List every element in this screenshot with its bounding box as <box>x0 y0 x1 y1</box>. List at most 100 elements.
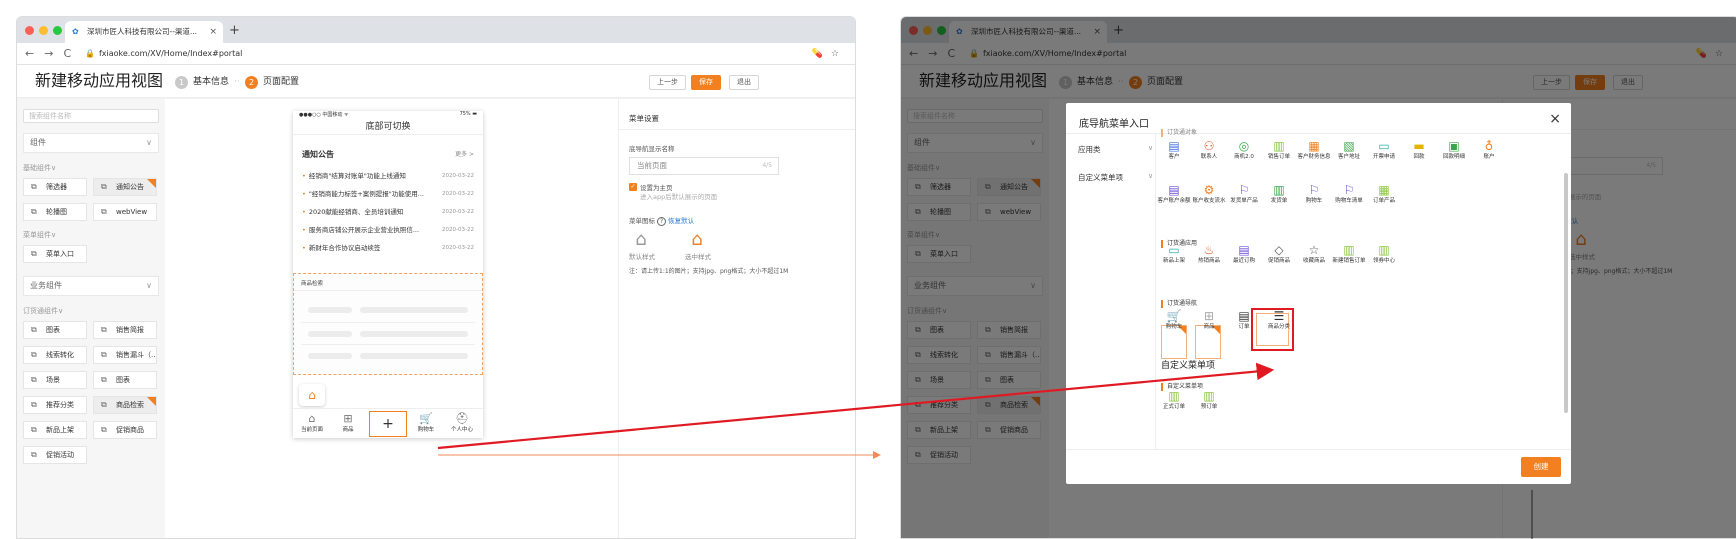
menu-option-row3-6[interactable]: ▥ 领券中心 <box>1367 243 1401 265</box>
step-page-config[interactable]: 2页面配置 <box>245 76 299 89</box>
menu-option-row3-1[interactable]: ♨ 热销商品 <box>1192 243 1226 265</box>
menu-option-row1-0[interactable]: ▤ 客户 <box>1157 139 1191 161</box>
menu-option-row5-0[interactable]: ▥ 正式订单 <box>1157 389 1191 411</box>
url-field[interactable]: 🔒fxiaoke.com/XV/Home/Index#portal <box>85 46 242 62</box>
forward-icon[interactable]: → <box>44 46 53 62</box>
back-icon[interactable]: ← <box>25 46 34 62</box>
menu-option-row4-1[interactable]: ⊞ 商品 <box>1192 309 1226 331</box>
section-business[interactable]: 业务组件∨ <box>23 276 159 296</box>
menu-option-row3-0[interactable]: ▭ 新品上架 <box>1157 243 1191 265</box>
prev-step-button[interactable]: 上一步 <box>649 75 686 90</box>
component-icon: ⧉ <box>101 325 107 334</box>
selected-home-icon[interactable]: ⌂ <box>685 229 709 251</box>
chip-announcement[interactable]: ⧉通知公告 <box>93 178 157 196</box>
help-icon[interactable]: ? <box>657 217 667 226</box>
create-button[interactable]: 创建 <box>1521 457 1561 477</box>
chip-filter[interactable]: ⧉筛选器 <box>23 178 87 196</box>
chip-menu-entry[interactable]: ⧉菜单入口 <box>23 245 87 263</box>
tab-close-icon[interactable]: × <box>209 21 217 43</box>
profile-icon: ⛑ <box>455 412 469 425</box>
menu-option-row1-9[interactable]: ♁ 账户 <box>1472 139 1506 161</box>
chip-carousel[interactable]: ⧉轮播图 <box>23 203 87 221</box>
news-item[interactable]: •经销商"结算对账单"功能上线通知2020-03-22 <box>302 171 474 181</box>
chip-order-8[interactable]: ⧉新品上架 <box>23 421 87 439</box>
tab-profile[interactable]: ⛑个人中心 <box>445 412 479 433</box>
tab-current-page[interactable]: ⌂当前页面 <box>295 412 329 433</box>
set-home-checkbox[interactable]: ✓ <box>629 183 637 191</box>
chip-order-7[interactable]: ⧉商品检索 <box>93 396 157 414</box>
canvas-area: ●●●○○ 中国移动 ᯤ75% ▬ 底部可切换 通知公告 更多 > •经销商"结… <box>165 99 618 538</box>
step-basic-info[interactable]: 1基本信息·· <box>175 76 240 89</box>
menu-option-row2-0[interactable]: ▤ 客户账户余额 <box>1157 183 1191 205</box>
menu-option-row2-3[interactable]: ▥ 发货单 <box>1262 183 1296 205</box>
menu-option-row2-6[interactable]: ▦ 订单产品 <box>1367 183 1401 205</box>
more-link[interactable]: 更多 > <box>455 149 474 158</box>
chip-order-6[interactable]: ⧉推荐分类 <box>23 396 87 414</box>
chip-order-0[interactable]: ⧉图表 <box>23 321 87 339</box>
modal-scrollbar[interactable] <box>1564 173 1568 413</box>
add-tab-button[interactable]: + <box>369 411 407 437</box>
chip-order-5[interactable]: ⧉图表 <box>93 371 157 389</box>
menu-option-row4-0[interactable]: 🛒 购物车 <box>1157 309 1191 331</box>
menu-option-icon: ☰ <box>1273 309 1285 323</box>
default-home-icon[interactable]: ⌂ <box>629 229 653 251</box>
menu-option-row1-8[interactable]: ▣ 回款明细 <box>1437 139 1471 161</box>
news-item[interactable]: •"经销商能力标签+案例提报"功能使用...2020-03-22 <box>302 189 474 199</box>
home-icon[interactable]: ⌂ <box>299 384 325 406</box>
category-app[interactable]: 应用类 ∨ <box>1078 144 1153 155</box>
menu-option-icon: ▤ <box>1238 243 1250 257</box>
chip-webview[interactable]: ⧉webView <box>93 203 157 221</box>
announcement-title: 通知公告 <box>302 150 334 159</box>
bookmark-star-icon[interactable]: ☆ <box>831 46 839 62</box>
menu-option-row3-2[interactable]: ▤ 最近订购 <box>1227 243 1261 265</box>
group-order[interactable]: 订货通组件∨ <box>23 306 63 316</box>
chip-order-10[interactable]: ⧉促销活动 <box>23 446 87 464</box>
menu-option-row2-1[interactable]: ⚙ 账户收支流水 <box>1192 183 1226 205</box>
section-components[interactable]: 组件∨ <box>23 133 159 153</box>
chip-order-1[interactable]: ⧉销售简报 <box>93 321 157 339</box>
menu-option-row5-1[interactable]: ▥ 预订单 <box>1192 389 1226 411</box>
menu-option-row4-3[interactable]: ☰ 商品分类 <box>1262 309 1296 331</box>
nav-name-input[interactable]: 当前页面4/5 <box>629 157 779 175</box>
menu-option-row4-2[interactable]: ▤ 订单 <box>1227 309 1261 331</box>
chip-order-3[interactable]: ⧉销售漏斗（... <box>93 346 157 364</box>
tab-products[interactable]: ⊞商品 <box>331 412 365 433</box>
reload-icon[interactable]: C <box>63 46 71 62</box>
custom-menu-title: 自定义菜单项 <box>1161 361 1216 371</box>
menu-option-row2-5[interactable]: ⚐ 购物车清单 <box>1332 183 1366 205</box>
menu-option-row1-1[interactable]: ⚇ 联系人 <box>1192 139 1226 161</box>
new-tab-button[interactable]: + <box>229 21 240 41</box>
browser-tab[interactable]: ✿深圳市匠人科技有限公司--渠道...× <box>65 21 223 43</box>
menu-option-row3-5[interactable]: ▥ 新建销售订单 <box>1332 243 1366 265</box>
menu-option-row3-3[interactable]: ◇ 促销商品 <box>1262 243 1296 265</box>
menu-option-row3-4[interactable]: ☆ 收藏商品 <box>1297 243 1331 265</box>
reset-default-link[interactable]: 恢复默认 <box>668 217 694 225</box>
extension-icon[interactable]: 💊 <box>812 46 823 62</box>
news-item[interactable]: •新财年合作协议启动续签2020-03-22 <box>302 243 474 253</box>
menu-option-row1-6[interactable]: ▭ 开票申请 <box>1367 139 1401 161</box>
modal-close-icon[interactable]: × <box>1549 111 1561 127</box>
component-icon: ⧉ <box>101 182 107 191</box>
menu-option-row2-2[interactable]: ⚐ 发货单产品 <box>1227 183 1261 205</box>
menu-option-row1-4[interactable]: ▦ 客户财务信息 <box>1297 139 1331 161</box>
category-custom[interactable]: 自定义菜单项 ∨ <box>1078 172 1153 183</box>
news-item[interactable]: •2020献能经销商、全员培训通知2020-03-22 <box>302 207 474 217</box>
exit-button[interactable]: 退出 <box>729 75 759 90</box>
group-basic[interactable]: 基础组件∨ <box>23 163 56 173</box>
news-item[interactable]: •服务商店铺公开展示企业营业执照信...2020-03-22 <box>302 225 474 235</box>
group-menu[interactable]: 菜单组件∨ <box>23 230 56 240</box>
component-search-input[interactable]: 搜索组件名称 <box>23 109 159 123</box>
save-button[interactable]: 保存 <box>691 75 721 90</box>
menu-option-row1-2[interactable]: ◎ 商机2.0 <box>1227 139 1261 161</box>
menu-option-row2-4[interactable]: ⚐ 购物车 <box>1297 183 1331 205</box>
menu-option-row1-7[interactable]: ▬ 回款 <box>1402 139 1436 161</box>
selected-style-label: 选中样式 <box>685 253 711 261</box>
chip-order-9[interactable]: ⧉促销商品 <box>93 421 157 439</box>
chip-order-2[interactable]: ⧉线索转化 <box>23 346 87 364</box>
chip-order-4[interactable]: ⧉场景 <box>23 371 87 389</box>
menu-option-row1-3[interactable]: ▥ 销售订单 <box>1262 139 1296 161</box>
menu-option-row1-5[interactable]: ▧ 客户地址 <box>1332 139 1366 161</box>
product-search-component[interactable]: 商品检索 <box>293 273 483 375</box>
window-controls[interactable] <box>25 26 62 35</box>
tab-cart[interactable]: 🛒购物车 <box>409 412 443 433</box>
